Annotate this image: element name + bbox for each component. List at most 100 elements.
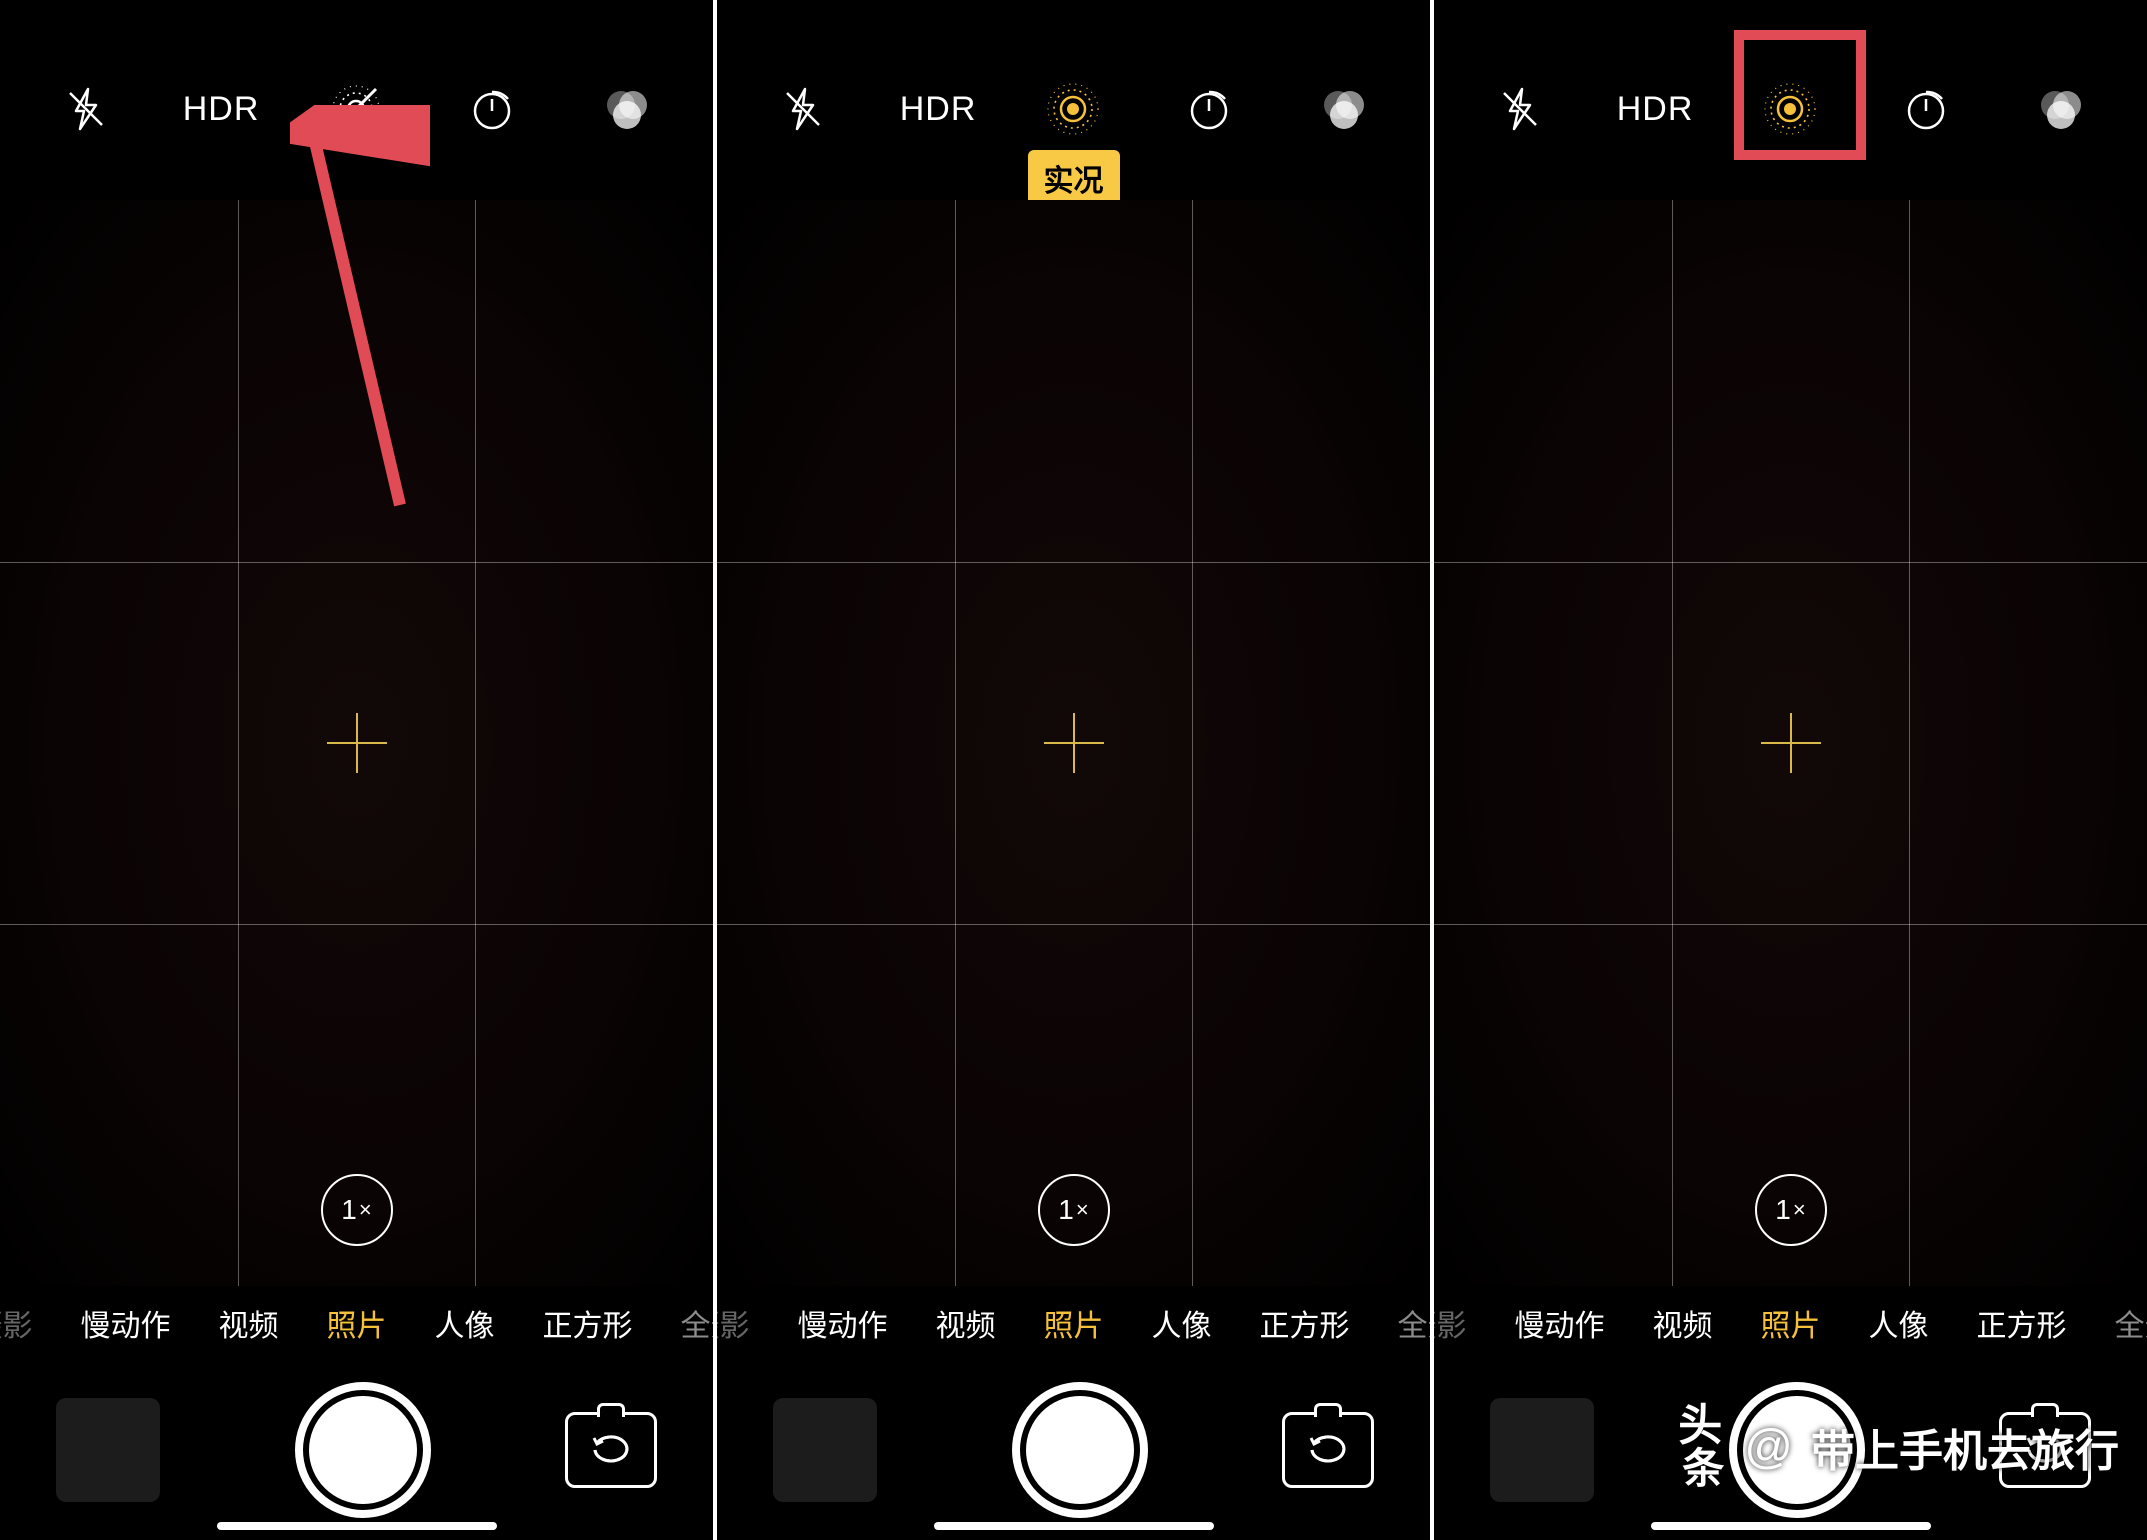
zoom-suffix: × <box>1076 1197 1089 1223</box>
flash-off-icon <box>779 85 827 133</box>
grid-line <box>1192 200 1193 1286</box>
camera-panel-1: HDR <box>0 0 713 1540</box>
camera-flip-icon <box>1302 1430 1354 1470</box>
hdr-button[interactable]: HDR <box>892 63 984 155</box>
filters-button[interactable] <box>2015 63 2107 155</box>
camera-flip-icon <box>585 1430 637 1470</box>
mode-slomo[interactable]: 慢动作 <box>798 1301 888 1345</box>
bottom-bar <box>0 1360 713 1540</box>
zoom-badge[interactable]: 1× <box>321 1174 393 1246</box>
mode-square[interactable]: 正方形 <box>1977 1301 2067 1345</box>
mode-portrait[interactable]: 人像 <box>1152 1301 1212 1345</box>
hdr-label: HDR <box>900 90 977 129</box>
filters-button[interactable] <box>1298 63 1390 155</box>
bottom-bar <box>1434 1360 2147 1540</box>
mode-timelapse-clip[interactable]: 摄影 <box>0 1301 33 1345</box>
mode-video[interactable]: 视频 <box>1653 1301 1713 1345</box>
viewfinder[interactable]: 1× <box>0 200 713 1286</box>
live-photo-off-icon <box>328 81 384 137</box>
mode-video[interactable]: 视频 <box>936 1301 996 1345</box>
camera-flip-button[interactable] <box>565 1412 657 1488</box>
flash-button[interactable] <box>757 63 849 155</box>
mode-slomo[interactable]: 慢动作 <box>81 1301 171 1345</box>
timer-button[interactable] <box>1880 63 1972 155</box>
camera-flip-icon <box>2019 1430 2071 1470</box>
top-toolbar: HDR <box>0 0 713 200</box>
mode-photo[interactable]: 照片 <box>1044 1301 1104 1345</box>
camera-flip-button[interactable] <box>1282 1412 1374 1488</box>
shutter-button[interactable] <box>1729 1382 1865 1518</box>
last-photo-thumbnail[interactable] <box>1490 1398 1594 1502</box>
home-indicator[interactable] <box>217 1522 497 1530</box>
filters-button[interactable] <box>581 63 673 155</box>
zoom-value: 1 <box>1775 1194 1791 1226</box>
grid-line <box>1672 200 1673 1286</box>
mode-slomo[interactable]: 慢动作 <box>1515 1301 1605 1345</box>
mode-pano-clip[interactable]: 全景 <box>2115 1301 2147 1345</box>
camera-panel-2: HDR <box>713 0 1430 1540</box>
live-photo-on-icon <box>1045 81 1101 137</box>
top-toolbar: HDR <box>717 0 1430 200</box>
grid-line <box>238 200 239 1286</box>
timer-icon <box>468 85 516 133</box>
hdr-button[interactable]: HDR <box>1609 63 1701 155</box>
zoom-badge[interactable]: 1× <box>1038 1174 1110 1246</box>
hdr-label: HDR <box>183 90 260 129</box>
mode-square[interactable]: 正方形 <box>1260 1301 1350 1345</box>
grid-line <box>1909 200 1910 1286</box>
focus-cross-icon <box>1761 713 1821 773</box>
focus-cross-icon <box>1044 713 1104 773</box>
live-photo-badge: 实况 <box>1028 150 1120 206</box>
mode-bar[interactable]: 摄影 慢动作 视频 照片 人像 正方形 全景 <box>0 1286 713 1360</box>
flash-off-icon <box>1496 85 1544 133</box>
grid-line <box>717 562 1430 563</box>
live-photo-button[interactable] <box>1027 63 1119 155</box>
camera-flip-button[interactable] <box>1999 1412 2091 1488</box>
shutter-inner <box>1026 1396 1134 1504</box>
filters-icon <box>2035 83 2087 135</box>
grid-line <box>0 924 713 925</box>
grid-line <box>0 562 713 563</box>
live-photo-button[interactable] <box>1744 63 1836 155</box>
flash-button[interactable] <box>40 63 132 155</box>
grid-line <box>475 200 476 1286</box>
mode-video[interactable]: 视频 <box>219 1301 279 1345</box>
timer-button[interactable] <box>1163 63 1255 155</box>
mode-pano-clip[interactable]: 全景 <box>1398 1301 1431 1345</box>
zoom-suffix: × <box>1793 1197 1806 1223</box>
flash-button[interactable] <box>1474 63 1566 155</box>
grid-line <box>955 200 956 1286</box>
home-indicator[interactable] <box>1651 1522 1931 1530</box>
bottom-bar <box>717 1360 1430 1540</box>
mode-bar[interactable]: 摄影 慢动作 视频 照片 人像 正方形 全景 <box>1434 1286 2147 1360</box>
live-photo-on-icon <box>1762 81 1818 137</box>
mode-timelapse-clip[interactable]: 摄影 <box>717 1301 750 1345</box>
grid-line <box>717 924 1430 925</box>
zoom-badge[interactable]: 1× <box>1755 1174 1827 1246</box>
timer-icon <box>1185 85 1233 133</box>
mode-square[interactable]: 正方形 <box>543 1301 633 1345</box>
viewfinder[interactable]: 1× <box>1434 200 2147 1286</box>
timer-icon <box>1902 85 1950 133</box>
live-photo-button[interactable] <box>310 63 402 155</box>
flash-off-icon <box>62 85 110 133</box>
triptych: HDR <box>0 0 2147 1540</box>
shutter-button[interactable] <box>295 1382 431 1518</box>
last-photo-thumbnail[interactable] <box>773 1398 877 1502</box>
last-photo-thumbnail[interactable] <box>56 1398 160 1502</box>
viewfinder[interactable]: 1× <box>717 200 1430 1286</box>
shutter-button[interactable] <box>1012 1382 1148 1518</box>
mode-photo[interactable]: 照片 <box>327 1301 387 1345</box>
grid-line <box>1434 924 2147 925</box>
zoom-value: 1 <box>1058 1194 1074 1226</box>
hdr-button[interactable]: HDR <box>175 63 267 155</box>
mode-photo[interactable]: 照片 <box>1761 1301 1821 1345</box>
mode-timelapse-clip[interactable]: 摄影 <box>1434 1301 1467 1345</box>
mode-portrait[interactable]: 人像 <box>1869 1301 1929 1345</box>
home-indicator[interactable] <box>934 1522 1214 1530</box>
timer-button[interactable] <box>446 63 538 155</box>
mode-portrait[interactable]: 人像 <box>435 1301 495 1345</box>
mode-pano-clip[interactable]: 全景 <box>681 1301 714 1345</box>
mode-bar[interactable]: 摄影 慢动作 视频 照片 人像 正方形 全景 <box>717 1286 1430 1360</box>
camera-panel-3: HDR <box>1430 0 2147 1540</box>
